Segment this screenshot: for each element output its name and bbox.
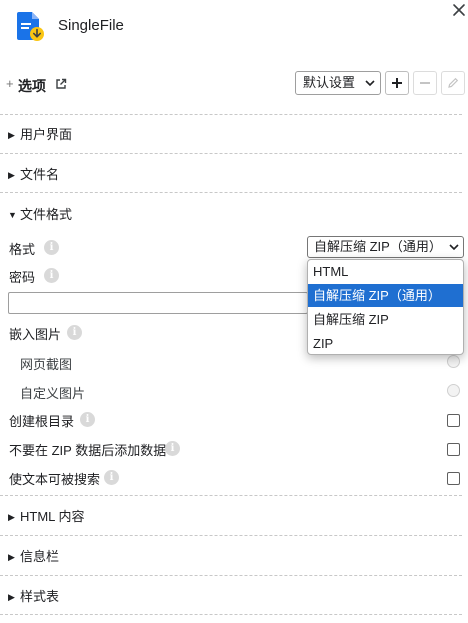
close-icon[interactable] bbox=[451, 2, 467, 18]
format-label: 格式 bbox=[9, 242, 36, 257]
embed-custom-image-label: 自定义图片 bbox=[20, 386, 86, 401]
app-title: SingleFile bbox=[58, 17, 124, 34]
password-label: 密码 bbox=[9, 270, 36, 285]
expand-triangle-icon: ▶ bbox=[8, 130, 15, 140]
plus-icon bbox=[392, 78, 402, 88]
options-plus-mark: + bbox=[6, 76, 14, 91]
embed-images-label: 嵌入图片 bbox=[9, 327, 62, 342]
separator bbox=[0, 495, 462, 496]
format-dropdown-list: HTML 自解压缩 ZIP（通用） 自解压缩 ZIP ZIP bbox=[307, 259, 464, 355]
section-html-content[interactable]: ▶ HTML 内容 bbox=[8, 506, 85, 526]
section-label: 文件名 bbox=[20, 167, 60, 182]
profile-select-value: 默认设置 bbox=[303, 75, 356, 90]
separator bbox=[0, 535, 462, 536]
searchable-text-label: 使文本可被搜索 bbox=[9, 472, 101, 487]
section-label: 信息栏 bbox=[20, 549, 60, 564]
create-root-dir-checkbox[interactable] bbox=[447, 414, 460, 427]
rename-profile-button[interactable] bbox=[441, 71, 465, 95]
section-file-name[interactable]: ▶ 文件名 bbox=[8, 164, 59, 184]
section-file-format[interactable]: ▼ 文件格式 bbox=[8, 204, 72, 224]
section-label: HTML 内容 bbox=[20, 509, 85, 524]
info-icon[interactable]: i bbox=[67, 325, 82, 340]
section-user-interface[interactable]: ▶ 用户界面 bbox=[8, 124, 72, 144]
separator bbox=[0, 153, 462, 154]
format-select[interactable]: 自解压缩 ZIP（通用） bbox=[307, 236, 464, 258]
singlefile-logo-icon bbox=[17, 12, 44, 41]
collapse-triangle-icon: ▼ bbox=[8, 210, 17, 220]
info-icon[interactable]: i bbox=[44, 240, 59, 255]
delete-profile-button[interactable] bbox=[413, 71, 437, 95]
searchable-text-checkbox[interactable] bbox=[447, 472, 460, 485]
password-input[interactable] bbox=[8, 292, 308, 314]
format-option-self-extracting-zip[interactable]: 自解压缩 ZIP bbox=[308, 308, 463, 331]
section-info-bar[interactable]: ▶ 信息栏 bbox=[8, 546, 59, 566]
no-data-after-zip-label: 不要在 ZIP 数据后添加数据 bbox=[9, 443, 167, 458]
separator bbox=[0, 614, 462, 615]
info-icon[interactable]: i bbox=[165, 441, 180, 456]
info-icon[interactable]: i bbox=[80, 412, 95, 427]
format-option-html[interactable]: HTML bbox=[308, 260, 463, 283]
section-stylesheets[interactable]: ▶ 样式表 bbox=[8, 586, 59, 606]
add-profile-button[interactable] bbox=[385, 71, 409, 95]
expand-triangle-icon: ▶ bbox=[8, 552, 15, 562]
separator bbox=[0, 575, 462, 576]
no-data-after-zip-checkbox[interactable] bbox=[447, 443, 460, 456]
pencil-icon bbox=[448, 77, 459, 88]
create-root-dir-label: 创建根目录 bbox=[9, 414, 75, 429]
minus-icon bbox=[420, 82, 430, 84]
info-icon[interactable]: i bbox=[44, 268, 59, 283]
embed-screenshot-radio[interactable] bbox=[447, 355, 460, 368]
format-option-self-extracting-zip-universal[interactable]: 自解压缩 ZIP（通用） bbox=[308, 284, 463, 307]
chevron-down-icon bbox=[365, 80, 375, 87]
section-label: 用户界面 bbox=[20, 127, 73, 142]
section-label: 样式表 bbox=[20, 589, 60, 604]
popup-header: SingleFile bbox=[0, 0, 468, 52]
section-label: 文件格式 bbox=[20, 207, 73, 222]
chevron-down-icon bbox=[449, 244, 459, 251]
format-select-value: 自解压缩 ZIP（通用） bbox=[314, 239, 442, 254]
options-toolbar: + 选项 默认设置 bbox=[0, 70, 468, 98]
embed-custom-image-radio[interactable] bbox=[447, 384, 460, 397]
format-option-zip[interactable]: ZIP bbox=[308, 332, 463, 354]
profile-select[interactable]: 默认设置 bbox=[295, 71, 381, 95]
separator bbox=[0, 114, 462, 115]
external-link-icon[interactable] bbox=[55, 78, 67, 90]
expand-triangle-icon: ▶ bbox=[8, 592, 15, 602]
options-title: 选项 bbox=[18, 78, 46, 94]
embed-screenshot-label: 网页截图 bbox=[20, 357, 73, 372]
separator bbox=[0, 192, 462, 193]
expand-triangle-icon: ▶ bbox=[8, 512, 15, 522]
expand-triangle-icon: ▶ bbox=[8, 170, 15, 180]
info-icon[interactable]: i bbox=[104, 470, 119, 485]
